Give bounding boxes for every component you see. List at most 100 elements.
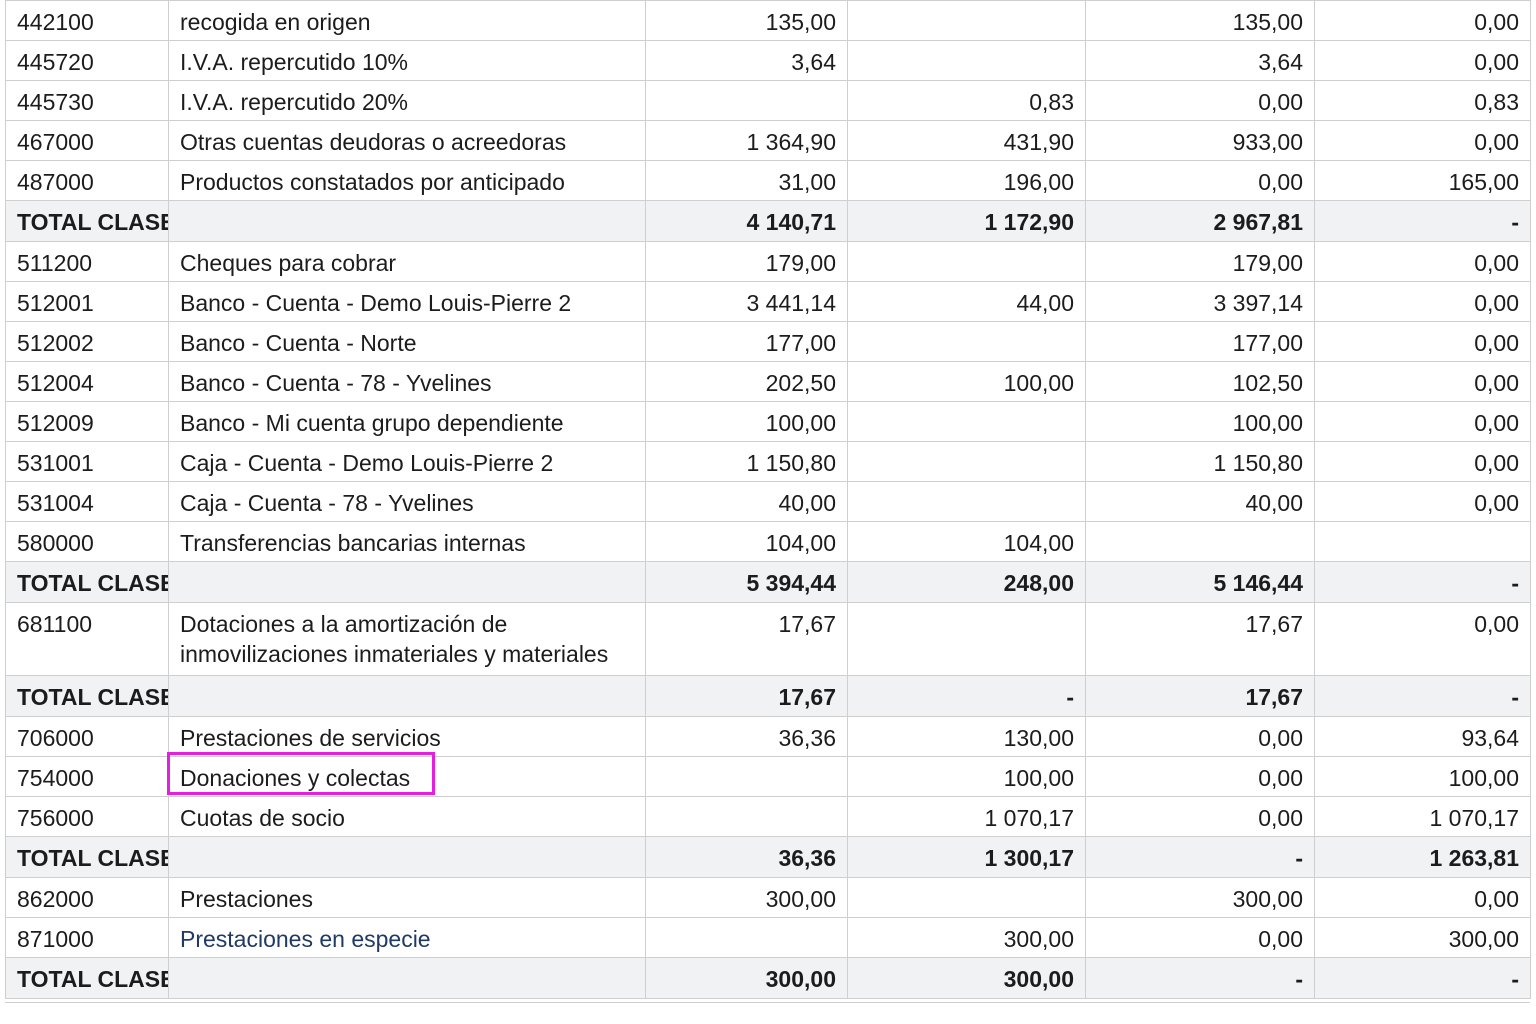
balance-debit: 0,00 <box>1085 80 1315 121</box>
balance-debit: 17,67 <box>1085 675 1315 717</box>
balance-credit: 1 263,81 <box>1314 836 1531 878</box>
account-code-text: TOTAL CLASE 6 <box>17 684 169 710</box>
account-name: Productos constatados por anticipado <box>168 160 646 201</box>
credit-amount: 44,00 <box>847 281 1086 322</box>
balance-debit: 2 967,81 <box>1085 200 1315 242</box>
account-code-text: 512009 <box>17 410 94 436</box>
account-code: 511200 <box>5 241 169 282</box>
debit-amount: 1 150,80 <box>645 441 848 482</box>
credit-amount: 431,90 <box>847 120 1086 161</box>
balance-debit-text: 0,00 <box>1258 765 1303 791</box>
account-code-text: 511200 <box>17 250 93 276</box>
balance-debit: 102,50 <box>1085 361 1315 402</box>
account-name <box>168 561 646 603</box>
balance-debit-text: - <box>1295 966 1303 992</box>
balance-debit-text: 179,00 <box>1232 250 1303 276</box>
balance-debit: 17,67 <box>1085 602 1315 676</box>
account-name-text: Cheques para cobrar <box>180 250 397 276</box>
balance-credit-text: 0,00 <box>1474 290 1519 316</box>
account-code-text: 531001 <box>17 450 94 476</box>
balance-debit-text: 0,00 <box>1258 89 1303 115</box>
debit-amount-text: 31,00 <box>778 169 836 195</box>
debit-amount: 179,00 <box>645 241 848 282</box>
account-name: I.V.A. repercutido 20% <box>168 80 646 121</box>
credit-amount-text: 130,00 <box>1003 725 1074 751</box>
balance-debit: 0,00 <box>1085 716 1315 757</box>
balance-debit-text: 0,00 <box>1258 169 1303 195</box>
balance-credit-text: 0,00 <box>1474 49 1519 75</box>
debit-amount: 100,00 <box>645 401 848 442</box>
account-name-text: Donaciones y colectas <box>180 765 411 791</box>
balance-credit-text: - <box>1511 684 1519 710</box>
account-code: 445730 <box>5 80 169 121</box>
credit-amount: 0,83 <box>847 80 1086 121</box>
total-row: TOTAL CLASE 6 17,67 - 17,67 - <box>5 675 1531 717</box>
account-name: Cheques para cobrar <box>168 241 646 282</box>
credit-amount: 1 070,17 <box>847 796 1086 837</box>
account-row: 487000 Productos constatados por anticipa… <box>5 160 1531 201</box>
account-code: 531001 <box>5 441 169 482</box>
balance-credit-text: 93,64 <box>1461 725 1519 751</box>
account-name: Banco - Cuenta - Demo Louis-Pierre 2 <box>168 281 646 322</box>
account-code: TOTAL CLASE 7 <box>5 836 169 878</box>
credit-amount-text: 1 300,17 <box>984 845 1074 871</box>
debit-amount-text: 17,67 <box>778 684 836 710</box>
debit-amount-text: 135,00 <box>765 9 836 35</box>
account-name <box>168 957 646 999</box>
credit-amount <box>847 321 1086 362</box>
balance-debit: 1 150,80 <box>1085 441 1315 482</box>
account-row: 862000 Prestaciones 300,00 300,00 0,00 <box>5 877 1531 918</box>
balance-debit-text: - <box>1295 845 1303 871</box>
debit-amount-text: 179,00 <box>765 250 836 276</box>
account-name-text: Caja - Cuenta - Demo Louis-Pierre 2 <box>180 450 554 476</box>
account-code: 871000 <box>5 917 169 958</box>
account-code-text: TOTAL CLASE 8 <box>17 966 169 992</box>
account-code-text: TOTAL CLASE 7 <box>17 845 169 871</box>
total-row: TOTAL CLASE 4 4 140,71 1 172,90 2 967,81 - <box>5 200 1531 242</box>
account-name: Donaciones y colectas <box>168 756 646 797</box>
account-name <box>168 836 646 878</box>
account-code-text: 756000 <box>17 805 94 831</box>
balance-credit-text: 0,00 <box>1474 370 1519 396</box>
credit-amount <box>847 401 1086 442</box>
credit-amount-text: 44,00 <box>1016 290 1074 316</box>
debit-amount-text: 5 394,44 <box>746 570 836 596</box>
account-name-text[interactable]: Prestaciones en especie <box>180 926 431 952</box>
credit-amount: 130,00 <box>847 716 1086 757</box>
account-code: 706000 <box>5 716 169 757</box>
account-code-text: 681100 <box>17 611 93 637</box>
balance-debit-text: 102,50 <box>1232 370 1303 396</box>
balance-debit-text: 3,64 <box>1258 49 1303 75</box>
account-name <box>168 200 646 242</box>
account-code: 512009 <box>5 401 169 442</box>
balance-credit-text: 0,00 <box>1474 410 1519 436</box>
balance-credit: 0,00 <box>1314 602 1531 676</box>
balance-debit: 0,00 <box>1085 756 1315 797</box>
balance-debit: 40,00 <box>1085 481 1315 522</box>
account-code-text: 512004 <box>17 370 94 396</box>
account-row: 706000 Prestaciones de servicios 36,36 130,… <box>5 716 1531 757</box>
credit-amount: 300,00 <box>847 917 1086 958</box>
account-name: Prestaciones de servicios <box>168 716 646 757</box>
account-name: I.V.A. repercutido 10% <box>168 40 646 81</box>
account-name: Banco - Mi cuenta grupo dependiente <box>168 401 646 442</box>
account-row: 531004 Caja - Cuenta - 78 - Yvelines 40,00… <box>5 481 1531 522</box>
ledger-table: 442100 recogida en origen 135,00 135,00 0,00… <box>5 0 1531 999</box>
account-row: 512002 Banco - Cuenta - Norte 177,00 177,00… <box>5 321 1531 362</box>
account-name-text: Prestaciones de servicios <box>180 725 441 751</box>
debit-amount: 36,36 <box>645 836 848 878</box>
balance-credit: 0,00 <box>1314 401 1531 442</box>
balance-debit: 0,00 <box>1085 796 1315 837</box>
debit-amount <box>645 796 848 837</box>
debit-amount: 3,64 <box>645 40 848 81</box>
account-name: recogida en origen <box>168 0 646 41</box>
debit-amount: 177,00 <box>645 321 848 362</box>
balance-debit: - <box>1085 957 1315 999</box>
account-code-text: 512002 <box>17 330 94 356</box>
credit-amount <box>847 877 1086 918</box>
balance-debit: - <box>1085 836 1315 878</box>
balance-debit: 135,00 <box>1085 0 1315 41</box>
debit-amount: 5 394,44 <box>645 561 848 603</box>
balance-credit: 0,00 <box>1314 281 1531 322</box>
balance-debit-text: 933,00 <box>1232 129 1303 155</box>
